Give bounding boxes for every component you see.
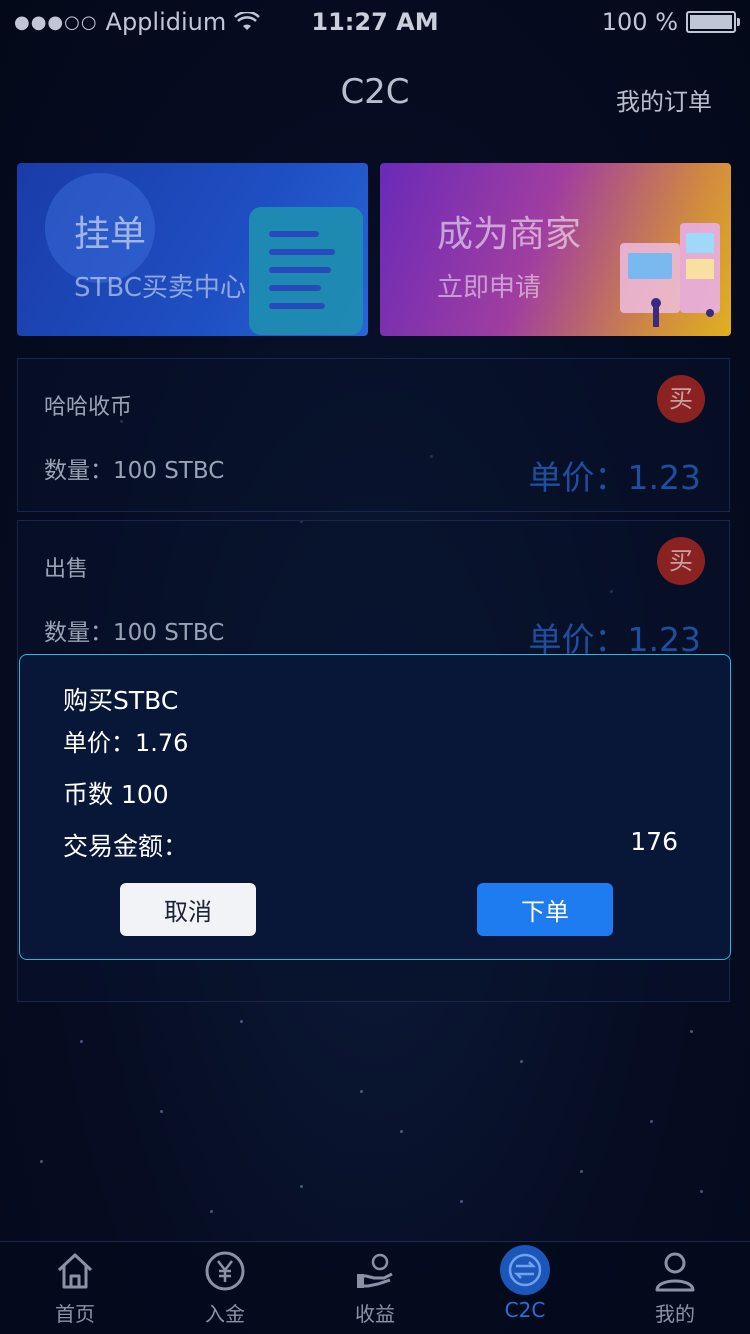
buy-badge[interactable]: 买	[657, 375, 705, 423]
tab-bar: 首页 入金 收益 C2C 我的	[0, 1241, 750, 1334]
dialog-title: 购买STBC	[63, 686, 179, 715]
tab-c2c[interactable]: C2C	[450, 1242, 600, 1334]
my-orders-link[interactable]: 我的订单	[616, 82, 712, 117]
tab-label: 首页	[55, 1302, 95, 1326]
purchase-dialog: 购买STBC 单价：1.76 币数 100 交易金额： 176 取消 下单	[19, 654, 731, 960]
place-order-button[interactable]: 下单	[477, 883, 613, 936]
tab-label: 我的	[655, 1302, 695, 1326]
cancel-button[interactable]: 取消	[120, 883, 256, 936]
tab-label: C2C	[504, 1298, 546, 1322]
dialog-amount-label: 交易金额：	[63, 832, 189, 861]
tab-label: 收益	[355, 1302, 395, 1326]
tab-deposit[interactable]: 入金	[150, 1242, 300, 1334]
banner-become-merchant[interactable]: 成为商家 立即申请	[380, 163, 731, 336]
shop-illustration-icon	[620, 223, 720, 327]
yen-icon	[205, 1251, 245, 1291]
order-quantity: 数量：100 STBC	[44, 620, 225, 646]
tab-label: 入金	[205, 1302, 245, 1326]
user-icon	[655, 1252, 695, 1292]
order-price: 单价：1.23	[528, 458, 701, 497]
order-quantity: 数量：100 STBC	[44, 458, 225, 484]
tab-earnings[interactable]: 收益	[300, 1242, 450, 1334]
battery-icon	[686, 11, 740, 33]
banner-title: 成为商家	[437, 214, 582, 255]
exchange-icon	[500, 1245, 550, 1295]
order-name: 出售	[44, 557, 89, 582]
order-name: 哈哈收币	[44, 395, 133, 420]
buy-badge[interactable]: 买	[657, 537, 705, 585]
tab-home[interactable]: 首页	[0, 1242, 150, 1334]
banner-subtitle: 立即申请	[437, 273, 542, 303]
banner-subtitle: STBC买卖中心	[74, 273, 246, 303]
banner-post-order[interactable]: 挂单 STBC买卖中心	[17, 163, 368, 336]
status-right: 100 %	[601, 8, 740, 36]
battery-percent: 100 %	[601, 8, 678, 36]
order-card[interactable]: 哈哈收币 买 数量：100 STBC 单价：1.23	[17, 358, 730, 512]
dialog-coin-count: 币数 100	[63, 780, 169, 809]
dialog-unit-price: 单价：1.76	[63, 729, 189, 757]
tab-profile[interactable]: 我的	[600, 1242, 750, 1334]
status-bar: ●●●○○ Applidium 11:27 AM 100 %	[0, 0, 750, 44]
document-icon	[249, 207, 363, 335]
earnings-icon	[357, 1253, 393, 1288]
nav-bar: C2C 我的订单	[0, 44, 750, 140]
home-icon	[57, 1253, 93, 1289]
dialog-amount-value: 176	[630, 827, 678, 856]
banner-title: 挂单	[74, 214, 147, 255]
